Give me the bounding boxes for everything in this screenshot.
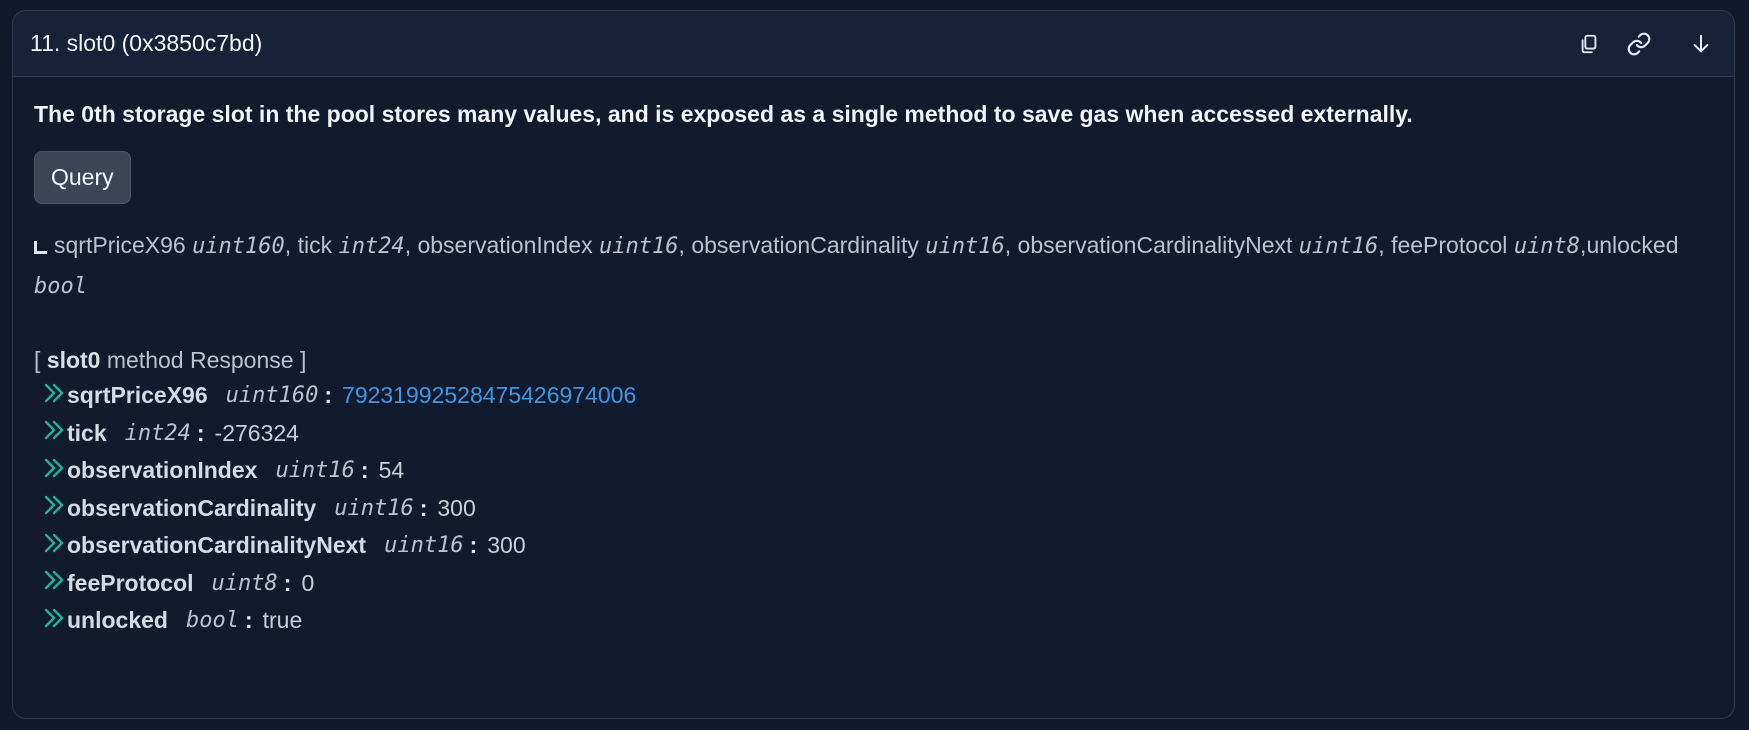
- chevrons-right-icon: [42, 457, 67, 485]
- chevrons-right-icon: [42, 607, 67, 635]
- response-field-type: uint160: [225, 383, 319, 409]
- chevrons-right-icon: [42, 494, 67, 522]
- response-field-value: -276324: [214, 419, 299, 446]
- response-field-colon: :: [324, 382, 333, 409]
- response-method-name: slot0: [46, 347, 101, 373]
- arrow-down-icon[interactable]: [1685, 28, 1717, 60]
- response-field-colon: :: [469, 532, 478, 559]
- signature-param-name: tick: [297, 232, 333, 258]
- chevrons-right-icon: [42, 532, 67, 560]
- response-field-value: 54: [378, 457, 405, 484]
- signature-param-type: bool: [34, 274, 87, 299]
- chevrons-right-icon: [42, 382, 67, 410]
- signature-param-type: uint160: [192, 234, 285, 259]
- response-row: observationCardinality uint16:300: [34, 490, 1713, 528]
- response-field-type: uint16: [334, 495, 414, 521]
- copy-icon[interactable]: [1573, 28, 1605, 60]
- signature-param-name: unlocked: [1586, 232, 1679, 258]
- signature-param-type: uint16: [599, 234, 679, 259]
- response-field-value-link[interactable]: 79231992528475426974006: [342, 382, 636, 409]
- response-field-value: 0: [301, 569, 315, 596]
- method-response: [ slot0 method Response ] sqrtPriceX96 ui…: [34, 343, 1713, 640]
- response-field-name: tick: [67, 419, 107, 446]
- response-field-name: sqrtPriceX96: [67, 382, 208, 409]
- response-field-name: observationCardinalityNext: [67, 532, 367, 559]
- response-close-bracket: ]: [299, 347, 307, 373]
- signature-param-name: observationIndex: [417, 232, 593, 258]
- signature-param-type: uint8: [1513, 234, 1581, 259]
- header-actions: [1573, 11, 1717, 76]
- method-card: 11. slot0 (0x3850c7bd) The 0th storage s…: [12, 10, 1735, 719]
- response-field-type: uint16: [384, 533, 464, 559]
- response-field-name: observationIndex: [67, 457, 258, 484]
- response-field-name: observationCardinality: [67, 494, 317, 521]
- response-field-value: true: [262, 607, 303, 634]
- response-field-name: unlocked: [67, 607, 168, 634]
- response-field-type: int24: [124, 420, 191, 446]
- signature-separator: ,: [1378, 232, 1392, 258]
- response-row: tick int24: -276324: [34, 415, 1713, 453]
- signature-separator: ,: [284, 232, 298, 258]
- chevrons-right-icon: [42, 419, 67, 447]
- signature-separator: ,: [678, 232, 692, 258]
- response-rows: sqrtPriceX96 uint160:79231992528475426974…: [34, 377, 1713, 640]
- response-field-name: feeProtocol: [67, 569, 194, 596]
- response-row: observationIndex uint16:54: [34, 452, 1713, 490]
- response-field-type: uint16: [275, 458, 355, 484]
- signature-param-name: observationCardinalityNext: [1017, 232, 1293, 258]
- response-field-type: uint8: [211, 570, 278, 596]
- return-corner-icon: [34, 241, 47, 254]
- card-body: The 0th storage slot in the pool stores …: [13, 77, 1734, 640]
- response-field-type: bool: [185, 608, 239, 634]
- method-title: 11. slot0 (0x3850c7bd): [30, 30, 263, 56]
- signature-param-name: feeProtocol: [1391, 232, 1508, 258]
- query-button[interactable]: Query: [34, 151, 131, 204]
- signature-separator: ,: [1004, 232, 1018, 258]
- signature-param-name: observationCardinality: [691, 232, 919, 258]
- response-field-colon: :: [196, 419, 205, 446]
- response-row: sqrtPriceX96 uint160:79231992528475426974…: [34, 377, 1713, 415]
- chevrons-right-icon: [42, 569, 67, 597]
- response-open-bracket: [: [34, 347, 41, 373]
- response-row: observationCardinalityNext uint16:300: [34, 527, 1713, 565]
- link-icon[interactable]: [1623, 28, 1655, 60]
- response-field-colon: :: [244, 607, 253, 634]
- method-description: The 0th storage slot in the pool stores …: [34, 101, 1413, 127]
- signature-param-type: uint16: [925, 234, 1005, 259]
- response-field-colon: :: [283, 569, 292, 596]
- response-title: [ slot0 method Response ]: [34, 343, 1713, 377]
- response-field-colon: :: [360, 457, 369, 484]
- response-label: method Response: [106, 347, 294, 373]
- response-row: unlocked bool: true: [34, 602, 1713, 640]
- return-signature: sqrtPriceX96 uint160, tick int24, observ…: [34, 226, 1713, 306]
- response-row: feeProtocol uint8:0: [34, 565, 1713, 603]
- response-field-colon: :: [419, 494, 428, 521]
- response-field-value: 300: [487, 532, 526, 559]
- response-field-value: 300: [437, 494, 476, 521]
- signature-param-type: int24: [338, 234, 405, 259]
- signature-separator: ,: [404, 232, 418, 258]
- signature-param-name: sqrtPriceX96: [54, 232, 186, 258]
- card-header: 11. slot0 (0x3850c7bd): [13, 11, 1734, 77]
- signature-param-type: uint16: [1298, 234, 1379, 259]
